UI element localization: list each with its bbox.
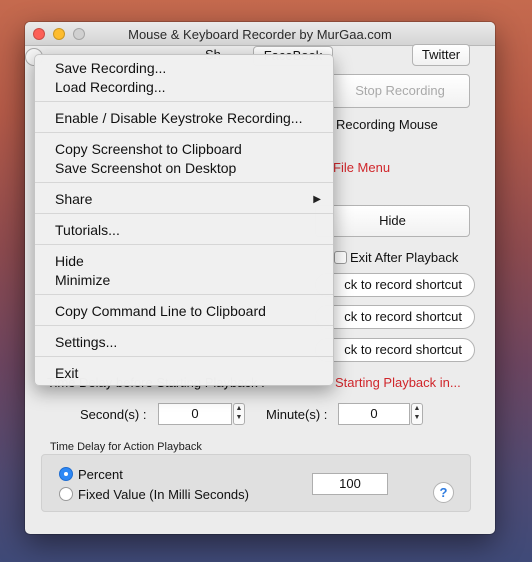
menu-separator (35, 325, 333, 326)
menu-item-copy-command-line[interactable]: Copy Command Line to Clipboard (55, 303, 266, 319)
menu-item-share[interactable]: Share (55, 191, 92, 207)
menu-item-copy-screenshot[interactable]: Copy Screenshot to Clipboard (55, 141, 242, 157)
menu-separator (35, 182, 333, 183)
percent-radio[interactable] (59, 467, 73, 481)
menu-separator (35, 294, 333, 295)
menu-separator (35, 213, 333, 214)
menu-item-tutorials[interactable]: Tutorials... (55, 222, 120, 238)
minutes-label: Minute(s) : (266, 407, 328, 422)
record-shortcut-field-1[interactable]: ck to record shortcut (315, 273, 475, 297)
record-shortcut-field-2[interactable]: ck to record shortcut (315, 305, 475, 329)
action-delay-group-label: Time Delay for Action Playback (50, 441, 202, 453)
menu-separator (35, 356, 333, 357)
submenu-arrow-icon: ▶ (313, 194, 321, 205)
menu-item-save-screenshot[interactable]: Save Screenshot on Desktop (55, 160, 236, 176)
minutes-input[interactable]: 0 (338, 403, 410, 425)
menu-separator (35, 244, 333, 245)
minutes-stepper[interactable]: ▲ ▼ (411, 403, 423, 425)
stepper-down-icon[interactable]: ▼ (412, 413, 422, 422)
record-shortcut-field-3[interactable]: ck to record shortcut (315, 338, 475, 362)
starting-playback-label: Starting Playback in... (335, 375, 461, 390)
twitter-button[interactable]: Twitter (412, 44, 470, 66)
window-title: Mouse & Keyboard Recorder by MurGaa.com (128, 27, 392, 42)
menu-item-load-recording[interactable]: Load Recording... (55, 79, 166, 95)
file-dropdown-menu: Save Recording... Load Recording... Enab… (34, 54, 334, 386)
file-menu-label[interactable]: File Menu (333, 160, 390, 175)
menu-separator (35, 101, 333, 102)
seconds-label: Second(s) : (80, 407, 147, 422)
stepper-up-icon[interactable]: ▲ (234, 404, 244, 413)
seconds-input[interactable]: 0 (158, 403, 232, 425)
menu-item-exit[interactable]: Exit (55, 365, 78, 381)
fixed-value-radio[interactable] (59, 487, 73, 501)
seconds-stepper[interactable]: ▲ ▼ (233, 403, 245, 425)
menu-item-settings[interactable]: Settings... (55, 334, 117, 350)
menu-item-save-recording[interactable]: Save Recording... (55, 60, 166, 76)
menu-item-minimize[interactable]: Minimize (55, 272, 110, 288)
stepper-up-icon[interactable]: ▲ (412, 404, 422, 413)
title-bar: Mouse & Keyboard Recorder by MurGaa.com (25, 22, 495, 46)
stop-recording-button[interactable]: Stop Recording (330, 74, 470, 108)
menu-separator (35, 132, 333, 133)
action-delay-value-input[interactable]: 100 (312, 473, 388, 495)
recording-mouse-label: Recording Mouse (336, 117, 438, 132)
menu-item-hide[interactable]: Hide (55, 253, 84, 269)
menu-item-keystroke-recording[interactable]: Enable / Disable Keystroke Recording... (55, 110, 302, 126)
stepper-down-icon[interactable]: ▼ (234, 413, 244, 422)
action-delay-group: Percent Fixed Value (In Milli Seconds) 1… (41, 454, 471, 512)
percent-label: Percent (78, 467, 123, 482)
help-icon[interactable]: ? (433, 482, 454, 503)
fixed-value-label: Fixed Value (In Milli Seconds) (78, 487, 249, 502)
exit-after-playback-checkbox[interactable] (334, 251, 347, 264)
exit-after-playback-label: Exit After Playback (350, 250, 459, 265)
hide-button[interactable]: Hide (315, 205, 470, 237)
